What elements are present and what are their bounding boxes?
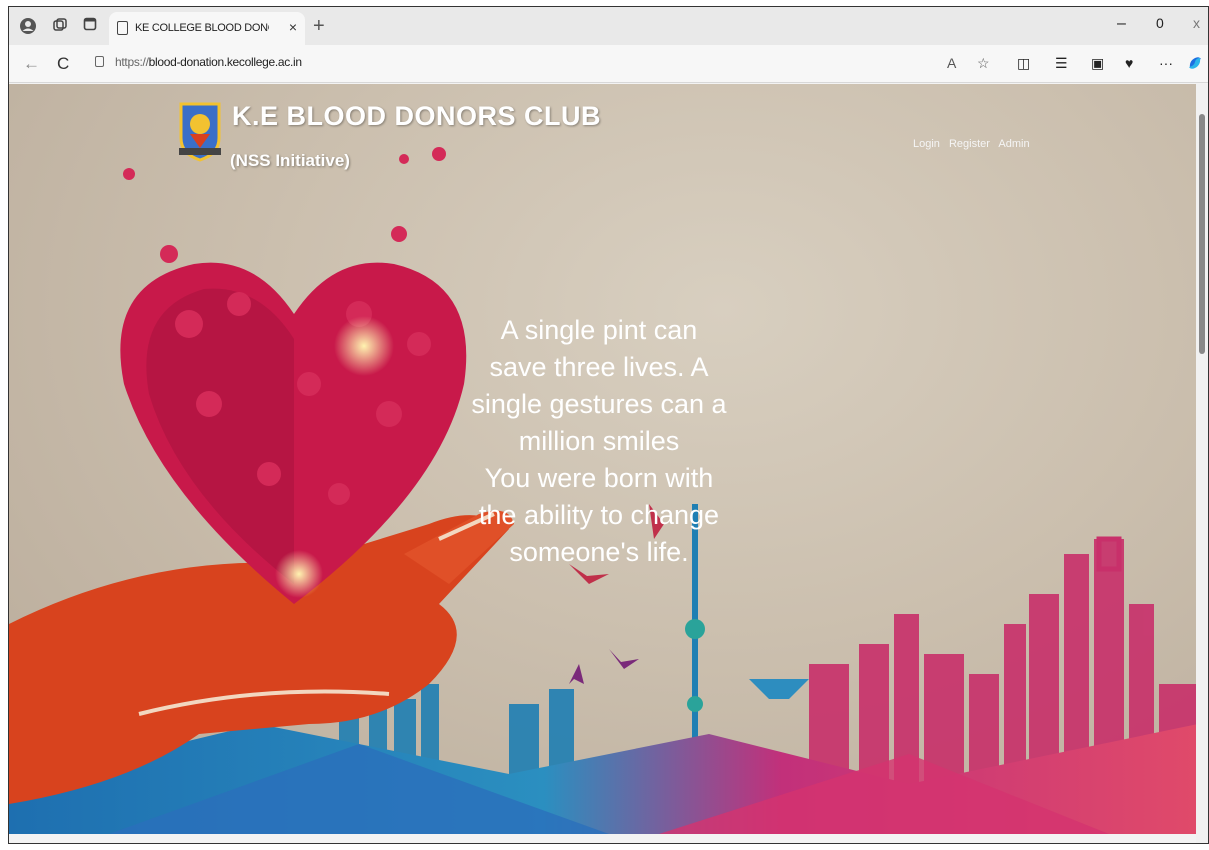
site-title[interactable]: K.E BLOOD DONORS CLUB [232,101,601,132]
tab-actions-icon[interactable] [81,17,99,35]
page-scrollbar[interactable] [1196,84,1208,843]
hero-banner: K.E BLOOD DONORS CLUB (NSS Initiative) L… [9,84,1198,834]
web-page: K.E BLOOD DONORS CLUB (NSS Initiative) L… [9,84,1198,843]
copilot-icon[interactable] [1187,55,1203,74]
performance-icon[interactable]: ♥ [1125,55,1133,71]
more-options-icon[interactable]: ··· [1159,55,1173,71]
tab-close-icon[interactable]: × [289,19,297,35]
collections-icon[interactable]: ▣ [1091,55,1104,72]
quote-line: the ability to change [478,500,720,530]
tab-bar: KE COLLEGE BLOOD DONORS CL × + – 0 x [9,7,1208,45]
url-text: https://blood-donation.kecollege.ac.in [115,55,302,69]
hero-quote: A single pint can save three lives. A si… [449,312,749,571]
tab-title: KE COLLEGE BLOOD DONORS CL [135,22,269,34]
scrollbar-thumb[interactable] [1199,114,1205,354]
browser-window: KE COLLEGE BLOOD DONORS CL × + – 0 x ← C… [8,6,1209,844]
nav-login-link[interactable]: Login [913,138,940,150]
url-field[interactable]: https://blood-donation.kecollege.ac.in [89,51,929,75]
quote-line: single gestures can a [471,389,727,419]
workspaces-icon[interactable] [51,17,69,35]
close-window-button[interactable]: x [1193,15,1200,31]
page-icon [117,21,128,35]
favorites-list-icon[interactable]: ☰ [1055,55,1068,72]
quote-line: someone's life. [509,537,689,567]
top-nav: Login Register Admin [913,138,1036,150]
minimize-button[interactable]: – [1117,15,1126,33]
profile-icon[interactable] [19,17,37,35]
nav-register-link[interactable]: Register [949,138,990,150]
url-host: blood-donation.kecollege.ac.in [148,55,302,69]
back-icon[interactable]: ← [23,54,40,74]
browser-tab-active[interactable]: KE COLLEGE BLOOD DONORS CL × [109,12,305,45]
maximize-button[interactable]: 0 [1156,15,1164,31]
favorite-star-icon[interactable]: ☆ [977,55,990,72]
quote-line: save three lives. A [489,352,709,382]
nav-admin-link[interactable]: Admin [998,138,1029,150]
url-scheme: https:// [115,55,149,69]
split-screen-icon[interactable]: ◫ [1017,55,1030,72]
college-logo-emblem [179,102,221,162]
quote-line: A single pint can [500,315,698,345]
address-bar: ← C https://blood-donation.kecollege.ac.… [9,45,1208,83]
refresh-icon[interactable]: C [57,54,69,74]
lock-icon [95,56,104,67]
site-subtitle: (NSS Initiative) [230,151,350,170]
new-tab-icon[interactable]: + [313,15,325,38]
quote-line: You were born with [484,463,714,493]
quote-line: million smiles [518,426,680,456]
read-aloud-icon[interactable]: A [947,55,956,71]
